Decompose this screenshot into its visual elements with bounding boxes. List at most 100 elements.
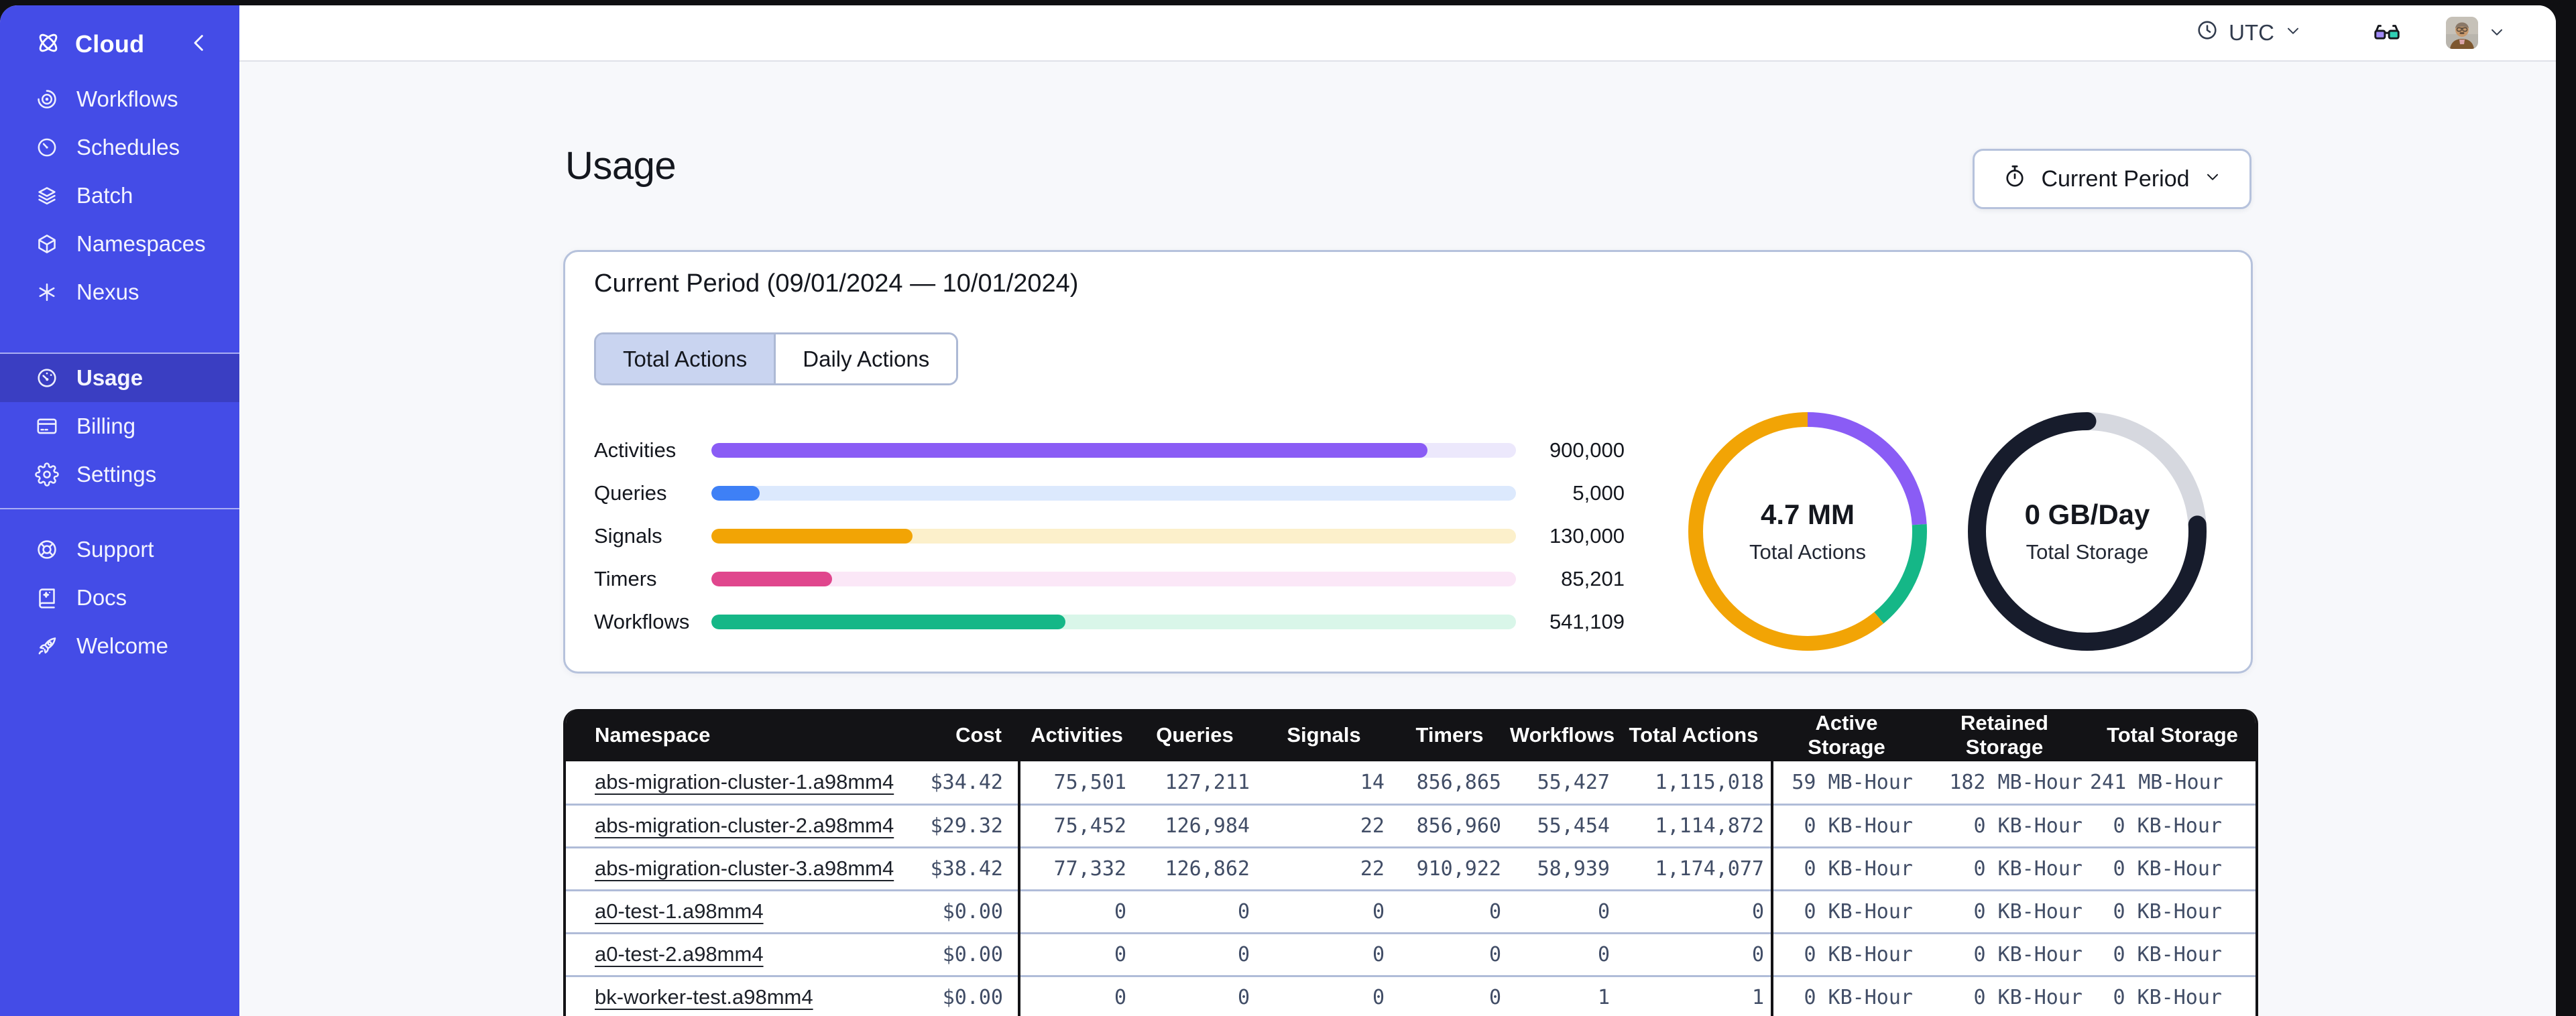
cell-retained-storage: 182 MB-Hour [1949,770,2083,794]
chevron-down-icon [2203,166,2222,192]
cell-total-actions: 1,115,018 [1617,761,1773,804]
cell-cost: $0.00 [888,890,1020,933]
sidebar-item-label: Support [76,537,154,562]
table-row: bk-worker-test.a98mm4 $0.00 0 0 0 0 1 1 0 KB-Hou… [566,976,2256,1016]
sidebar-item-schedules[interactable]: Schedules [0,123,239,172]
donut-center: 4.7 MM Total Actions [1687,411,1928,652]
cell-total-actions: 1,114,872 [1617,804,1773,847]
column-header-namespace: Namespace [595,723,711,747]
sidebar-nav-primary: Workflows Schedules Batch Namespaces Nexus [0,75,239,316]
namespace-link[interactable]: a0-test-1.a98mm4 [595,899,764,923]
cell-total-storage: 241 MB-Hour [2090,770,2223,794]
cell-total-actions: 1,174,077 [1617,847,1773,890]
timezone-selector[interactable]: UTC [2191,17,2306,48]
namespace-link[interactable]: a0-test-2.a98mm4 [595,942,764,966]
usage-bar-row-activities: Activities 900,000 [594,429,1625,472]
cell-total-actions: 0 [1617,890,1773,933]
welcome-icon [35,634,59,658]
sidebar-item-usage[interactable]: Usage [0,354,239,402]
temporal-logo-icon [35,29,62,60]
bar-track [711,486,1516,501]
bar-track [711,615,1516,629]
cell-signals: 0 [1372,942,1385,966]
cell-signals: 22 [1360,814,1385,838]
tab-total-actions[interactable]: Total Actions [596,334,774,383]
cell-activities: 0 [1114,985,1126,1009]
bar-value: 5,000 [1572,481,1625,505]
bar-fill [711,615,1065,629]
column-header-retained-storage: Retained Storage [1960,711,2048,759]
column-header-signals: Signals [1287,723,1361,747]
app-window: Cloud Workflows Schedules Batch Namespaces N… [0,5,2556,1016]
sidebar-item-label: Namespaces [76,231,206,256]
sidebar-item-label: Nexus [76,279,139,304]
cell-activities: 75,452 [1053,814,1126,838]
sidebar-item-docs[interactable]: Docs [0,574,239,622]
donut-label: Total Actions [1749,540,1867,564]
page-title: Usage [565,144,677,188]
sidebar-item-welcome[interactable]: Welcome [0,622,239,670]
sidebar-item-nexus[interactable]: Nexus [0,268,239,316]
sidebar-collapse-button[interactable] [186,29,213,60]
donut-label: Total Storage [2026,540,2149,564]
cell-active-storage: 59 MB-Hour [1792,770,1913,794]
table-row: a0-test-1.a98mm4 $0.00 0 0 0 0 0 0 0 KB-Hour 0 KB… [566,890,2256,933]
usage-bar-row-queries: Queries 5,000 [594,472,1625,515]
bar-label: Timers [594,567,657,590]
sidebar-item-workflows[interactable]: Workflows [0,75,239,123]
namespace-link[interactable]: bk-worker-test.a98mm4 [595,985,813,1009]
sidebar-item-label: Docs [76,585,127,610]
namespace-link[interactable]: abs-migration-cluster-1.a98mm4 [595,770,894,793]
cell-timers: 910,922 [1416,856,1501,881]
tab-daily-actions[interactable]: Daily Actions [774,334,957,383]
column-header-total-storage: Total Storage [2107,723,2238,747]
column-header-queries: Queries [1156,723,1234,747]
cell-retained-storage: 0 KB-Hour [1973,899,2083,924]
cell-cost: $29.32 [888,804,1020,847]
donut-center: 0 GB/Day Total Storage [1967,411,2208,652]
batch-icon [35,184,59,208]
column-header-workflows: Workflows [1509,723,1615,747]
sidebar-item-batch[interactable]: Batch [0,172,239,220]
total-actions-donut: 4.7 MM Total Actions [1687,411,1928,652]
table-row: abs-migration-cluster-1.a98mm4 $34.42 75,5… [566,761,2256,804]
cell-cost: $0.00 [888,976,1020,1016]
cell-total-storage: 0 KB-Hour [2113,899,2222,924]
cell-active-storage: 0 KB-Hour [1804,942,1913,966]
column-header-timers: Timers [1415,723,1484,747]
sidebar-item-support[interactable]: Support [0,525,239,574]
actions-bar-chart: Activities 900,000 Queries 5,000 Signals 130,… [594,429,1625,643]
bar-track [711,443,1516,458]
cell-cost: $0.00 [888,933,1020,976]
namespace-link[interactable]: abs-migration-cluster-2.a98mm4 [595,814,894,837]
usage-bar-row-timers: Timers 85,201 [594,558,1625,600]
cell-queries: 127,211 [1165,770,1250,794]
column-header-active-storage: Active Storage [1808,711,1885,759]
sidebar-item-label: Usage [76,365,143,390]
cell-signals: 0 [1372,985,1385,1009]
bar-value: 85,201 [1561,567,1625,590]
sidebar-item-namespaces[interactable]: Namespaces [0,220,239,268]
column-header-activities: Activities [1031,723,1123,747]
table-row: abs-migration-cluster-3.a98mm4 $38.42 77,3… [566,847,2256,890]
cell-activities: 75,501 [1053,770,1126,794]
cell-queries: 126,862 [1165,856,1250,881]
topbar: UTC [239,5,2556,62]
period-selector-button[interactable]: Current Period [1973,149,2251,209]
glasses-icon [2372,17,2402,49]
cell-active-storage: 0 KB-Hour [1804,856,1913,881]
glasses-button[interactable] [2368,17,2406,50]
main-content: Usage Current Period Current Period (09/… [239,63,2556,1016]
account-menu-button[interactable] [2442,16,2510,50]
sidebar-item-billing[interactable]: Billing [0,402,239,450]
bar-label: Activities [594,438,677,462]
cell-active-storage: 0 KB-Hour [1804,814,1913,838]
sidebar-item-settings[interactable]: Settings [0,450,239,499]
bar-label: Signals [594,524,662,548]
cell-workflows: 1 [1597,985,1610,1009]
donut-value: 4.7 MM [1760,499,1855,530]
cell-cost: $38.42 [888,847,1020,890]
namespace-link[interactable]: abs-migration-cluster-3.a98mm4 [595,856,894,880]
cell-signals: 0 [1372,899,1385,924]
usage-icon [35,366,59,390]
